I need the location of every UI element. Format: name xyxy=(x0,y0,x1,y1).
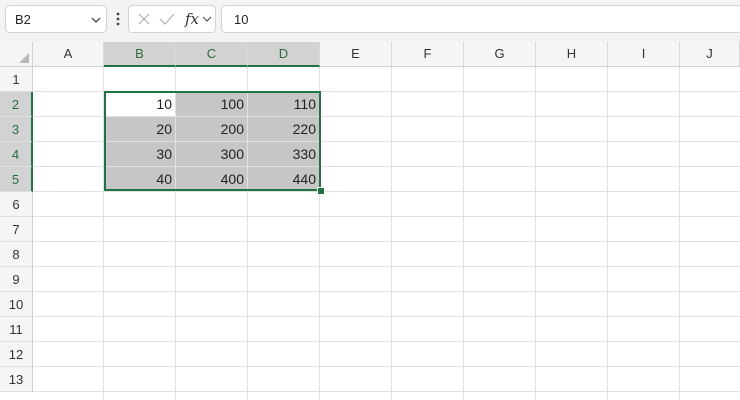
column-header-c[interactable]: C xyxy=(176,42,248,67)
row-header-11[interactable]: 11 xyxy=(0,317,33,342)
row-header-9[interactable]: 9 xyxy=(0,267,33,292)
cancel-icon[interactable] xyxy=(135,6,153,32)
cell-b5[interactable]: 40 xyxy=(104,167,175,191)
name-box[interactable]: B2 xyxy=(5,5,107,33)
formula-value: 10 xyxy=(234,12,249,27)
column-header-f[interactable]: F xyxy=(392,42,464,67)
column-header-e[interactable]: E xyxy=(320,42,392,67)
cell-d3[interactable]: 220 xyxy=(248,117,319,141)
gridline-horizontal xyxy=(33,366,740,367)
gridline-horizontal xyxy=(33,191,740,192)
row-header-12[interactable]: 12 xyxy=(0,342,33,367)
cell-c2[interactable]: 100 xyxy=(176,92,247,116)
row-header-1[interactable]: 1 xyxy=(0,67,33,92)
more-options-icon[interactable] xyxy=(113,9,123,29)
formula-actions: fx xyxy=(128,5,216,33)
gridline-horizontal xyxy=(33,316,740,317)
row-header-10[interactable]: 10 xyxy=(0,292,33,317)
column-header-d[interactable]: D xyxy=(248,42,320,67)
column-header-j[interactable]: J xyxy=(680,42,740,67)
formula-input[interactable]: 10 xyxy=(221,5,740,33)
gridline-horizontal xyxy=(33,391,740,392)
name-box-value: B2 xyxy=(15,12,31,27)
gridline-horizontal xyxy=(33,266,740,267)
enter-check-icon[interactable] xyxy=(157,6,177,32)
gridline-horizontal xyxy=(33,291,740,292)
cell-c3[interactable]: 200 xyxy=(176,117,247,141)
column-header-i[interactable]: I xyxy=(608,42,680,67)
column-header-b[interactable]: B xyxy=(104,42,176,67)
cell-b2[interactable]: 10 xyxy=(104,92,175,116)
select-all-corner[interactable] xyxy=(0,42,33,67)
gridline-horizontal xyxy=(33,241,740,242)
column-header-h[interactable]: H xyxy=(536,42,608,67)
column-header-g[interactable]: G xyxy=(464,42,536,67)
cell-d5[interactable]: 440 xyxy=(248,167,319,191)
row-header-5[interactable]: 5 xyxy=(0,167,33,192)
cell-d2[interactable]: 110 xyxy=(248,92,319,116)
row-header-6[interactable]: 6 xyxy=(0,192,33,217)
chevron-down-icon[interactable] xyxy=(201,6,213,32)
row-header-7[interactable]: 7 xyxy=(0,217,33,242)
row-header-8[interactable]: 8 xyxy=(0,242,33,267)
formula-bar: B2 fx 10 xyxy=(0,0,740,42)
cell-c5[interactable]: 400 xyxy=(176,167,247,191)
select-all-triangle-icon xyxy=(19,53,29,63)
fill-handle[interactable] xyxy=(317,187,325,195)
cell-d4[interactable]: 330 xyxy=(248,142,319,166)
row-header-4[interactable]: 4 xyxy=(0,142,33,167)
gridline-horizontal xyxy=(33,341,740,342)
cell-b4[interactable]: 30 xyxy=(104,142,175,166)
gridline-horizontal xyxy=(33,216,740,217)
row-header-3[interactable]: 3 xyxy=(0,117,33,142)
column-header-a[interactable]: A xyxy=(33,42,104,67)
cell-c4[interactable]: 300 xyxy=(176,142,247,166)
row-header-2[interactable]: 2 xyxy=(0,92,33,117)
insert-function-icon[interactable]: fx xyxy=(181,6,203,32)
chevron-down-icon[interactable] xyxy=(90,15,102,25)
row-header-13[interactable]: 13 xyxy=(0,367,33,392)
cell-b3[interactable]: 20 xyxy=(104,117,175,141)
